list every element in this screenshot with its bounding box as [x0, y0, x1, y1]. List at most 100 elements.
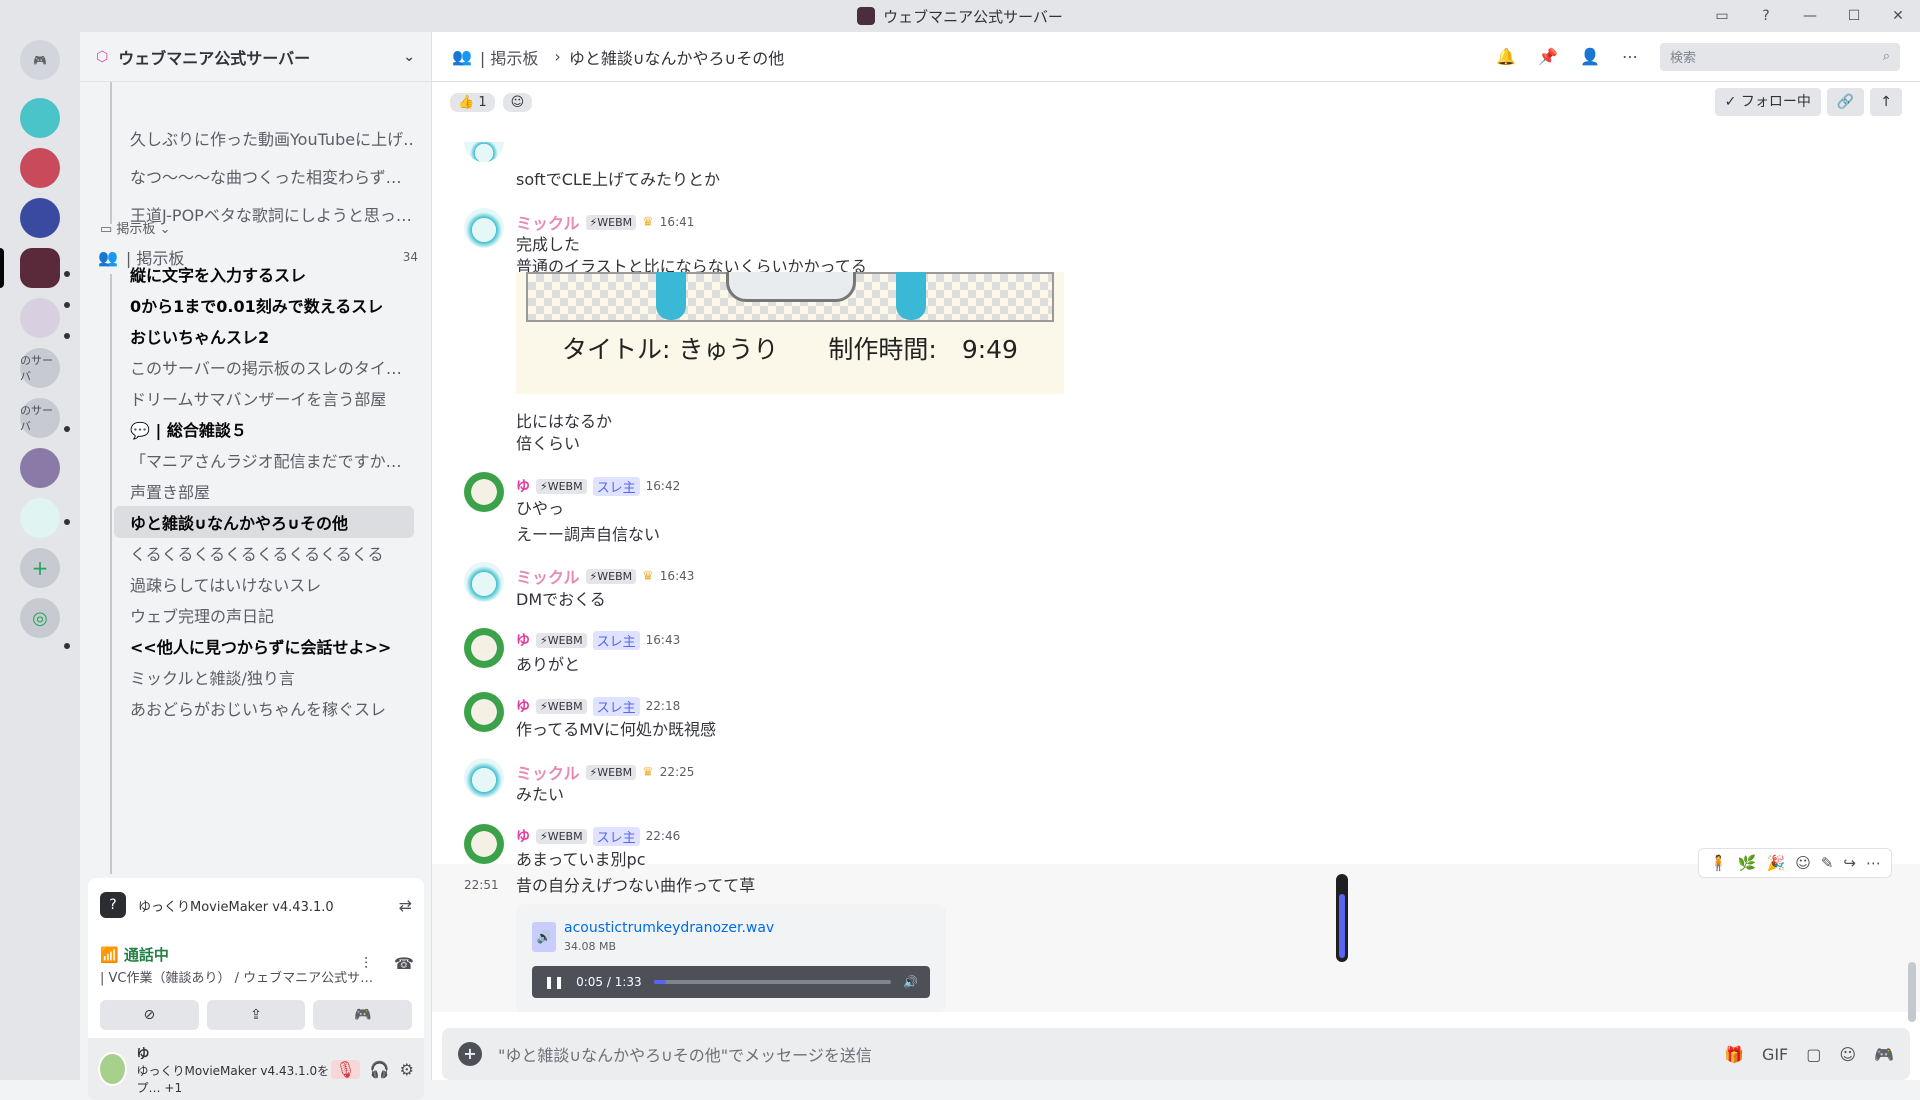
- more-icon[interactable]: ⋯: [1622, 47, 1638, 66]
- add-server-icon[interactable]: +: [20, 548, 60, 588]
- thread-item[interactable]: なつ〜〜〜な曲つくった相変わらず…: [114, 160, 414, 192]
- thread-item[interactable]: 💬 | 総合雑談５: [114, 413, 414, 445]
- image-attachment[interactable]: タイトル: きゅうり 制作時間: 9:49: [516, 272, 1064, 394]
- voice-panel: 📶 通話中 | VC作業（雑談あり） / ウェブマニア公式サ… ⫶ ☎ ⊘ ⇪ …: [88, 932, 424, 1038]
- maximize-icon[interactable]: ☐: [1832, 8, 1876, 24]
- volume-slider[interactable]: [1336, 874, 1348, 962]
- search-input[interactable]: 検索 ⌕: [1660, 42, 1900, 71]
- server-icon[interactable]: のサーバ: [20, 398, 60, 438]
- minimize-icon[interactable]: —: [1788, 8, 1832, 24]
- avatar[interactable]: [464, 692, 504, 732]
- disconnect-icon[interactable]: ☎: [394, 954, 414, 973]
- thread-item[interactable]: 「マニアさんラジオ配信まだですか…: [114, 444, 414, 476]
- screen-share-button[interactable]: ⇪: [206, 1000, 306, 1030]
- thread-item[interactable]: ゆと雑談∪なんかやろ∪その他: [114, 506, 414, 538]
- message-header: ゆ ⚡WEBM スレ主 22:18: [516, 696, 680, 716]
- scrollbar[interactable]: [1908, 962, 1916, 1022]
- unread-indicator: [64, 333, 70, 339]
- progress-bar[interactable]: [653, 980, 892, 984]
- activity-button[interactable]: 🎮: [313, 1000, 413, 1030]
- thread-item[interactable]: 0から1まで0.01刻みで数えるスレ: [114, 289, 414, 321]
- avatar[interactable]: [464, 628, 504, 668]
- username[interactable]: ゆ: [516, 476, 530, 496]
- reaction-icon[interactable]: 🎉: [1767, 854, 1786, 872]
- thread-item[interactable]: ウェブ完理の声日記: [114, 599, 414, 631]
- server-header[interactable]: ⬡ ウェブマニア公式サーバー ⌄: [80, 32, 431, 82]
- server-icon[interactable]: [20, 448, 60, 488]
- thread-item[interactable]: 久しぶりに作った動画YouTubeに上げ…: [114, 122, 414, 154]
- link-icon[interactable]: 🔗: [1826, 88, 1865, 116]
- mic-muted-icon[interactable]: 🎙: [331, 1059, 360, 1079]
- thread-item[interactable]: ミックルと雑談/独り言: [114, 661, 414, 693]
- avatar[interactable]: [98, 1052, 127, 1086]
- emoji-icon[interactable]: ☺: [1839, 1045, 1856, 1064]
- message-timestamp: 22:51: [464, 878, 499, 892]
- thread-item[interactable]: 縦に文字を入力するスレ: [114, 258, 414, 290]
- volume-icon[interactable]: 🔊: [903, 975, 918, 989]
- avatar[interactable]: [464, 562, 504, 602]
- settings-gear-icon[interactable]: ⚙: [400, 1060, 414, 1079]
- thread-item[interactable]: このサーバーの掲示板のスレのタイ…: [114, 351, 414, 383]
- thread-item[interactable]: 過疎らしてはいけないスレ: [114, 568, 414, 600]
- noise-suppression-icon[interactable]: ⫶: [364, 954, 368, 974]
- add-reaction-icon[interactable]: ☺: [1795, 854, 1811, 872]
- gif-icon[interactable]: GIF: [1762, 1045, 1788, 1064]
- jump-up-icon[interactable]: ↑: [1870, 88, 1902, 116]
- username[interactable]: ゆ: [516, 630, 530, 650]
- thread-item[interactable]: ドリームサマバンザーイを言う部屋: [114, 382, 414, 414]
- thread-item[interactable]: <<他人に見つからずに会話せよ>>: [114, 630, 414, 662]
- discord-home-icon[interactable]: 🎮: [20, 40, 60, 80]
- inbox-icon[interactable]: ▭: [1700, 8, 1744, 24]
- bell-icon[interactable]: 🔔: [1496, 47, 1516, 66]
- pin-icon[interactable]: 📌: [1538, 47, 1558, 66]
- attach-plus-icon[interactable]: +: [458, 1042, 482, 1066]
- members-icon[interactable]: 👤: [1580, 47, 1600, 66]
- headphones-icon[interactable]: 🎧: [370, 1060, 390, 1079]
- user-info[interactable]: ゆ ゆっくりMovieMaker v4.43.1.0をプ… +1: [137, 1043, 332, 1096]
- thread-item[interactable]: くるくるくるくるくるくるくるくる: [114, 537, 414, 569]
- help-icon[interactable]: ?: [1744, 8, 1788, 24]
- sticker-icon[interactable]: ▢: [1806, 1045, 1821, 1064]
- close-icon[interactable]: ✕: [1876, 8, 1920, 24]
- reaction-thumbs-up[interactable]: 👍 1: [450, 92, 495, 112]
- breadcrumb-forum[interactable]: | 掲示板: [480, 45, 538, 69]
- attachment-filename[interactable]: acoustictrumkeydranozer.wav: [564, 920, 774, 936]
- reaction-icon[interactable]: 🧍: [1709, 854, 1728, 872]
- username[interactable]: ゆ: [516, 696, 530, 716]
- avatar[interactable]: [464, 208, 504, 248]
- server-icon[interactable]: [20, 198, 60, 238]
- username[interactable]: ゆ: [516, 826, 530, 846]
- category-header[interactable]: ▭ 掲示板 ⌄: [100, 218, 170, 237]
- avatar[interactable]: [464, 824, 504, 864]
- edit-icon[interactable]: ✎: [1821, 854, 1834, 872]
- forward-icon[interactable]: ↪: [1843, 854, 1856, 872]
- server-icon-active[interactable]: [20, 248, 60, 288]
- follow-button[interactable]: ✓ フォロー中: [1714, 88, 1821, 116]
- username[interactable]: ミックル: [516, 564, 580, 588]
- message-composer[interactable]: + "ゆと雑談∪なんかやろ∪その他"でメッセージを送信 🎁 GIF ▢ ☺ 🎮: [442, 1028, 1910, 1080]
- avatar[interactable]: [464, 472, 504, 512]
- server-icon: [857, 7, 876, 25]
- role-badge: スレ主: [592, 630, 640, 650]
- discover-icon[interactable]: ◎: [20, 598, 60, 638]
- more-icon[interactable]: ⋯: [1866, 854, 1881, 872]
- camera-off-button[interactable]: ⊘: [100, 1000, 199, 1030]
- avatar[interactable]: [464, 758, 504, 798]
- server-icon[interactable]: [20, 298, 60, 338]
- server-icon[interactable]: [20, 148, 60, 188]
- thread-item[interactable]: あおどらがおじいちゃんを稼ぐスレ: [114, 692, 414, 724]
- server-icon[interactable]: [20, 98, 60, 138]
- pause-icon[interactable]: ❚❚: [544, 975, 564, 989]
- crown-icon: ♛: [642, 568, 654, 584]
- message-input[interactable]: "ゆと雑談∪なんかやろ∪その他"でメッセージを送信: [498, 1042, 872, 1066]
- thread-item[interactable]: おじいちゃんスレ2: [114, 320, 414, 352]
- gift-icon[interactable]: 🎁: [1724, 1045, 1744, 1064]
- avatar[interactable]: [464, 142, 504, 162]
- reaction-icon[interactable]: 🌿: [1738, 854, 1757, 872]
- screen-share-icon[interactable]: ⇄: [399, 896, 412, 915]
- apps-icon[interactable]: 🎮: [1874, 1045, 1894, 1064]
- add-reaction-icon[interactable]: ☺: [502, 92, 533, 112]
- server-icon[interactable]: のサーバ: [20, 348, 60, 388]
- server-icon[interactable]: [20, 498, 60, 538]
- thread-item[interactable]: 声置き部屋: [114, 475, 414, 507]
